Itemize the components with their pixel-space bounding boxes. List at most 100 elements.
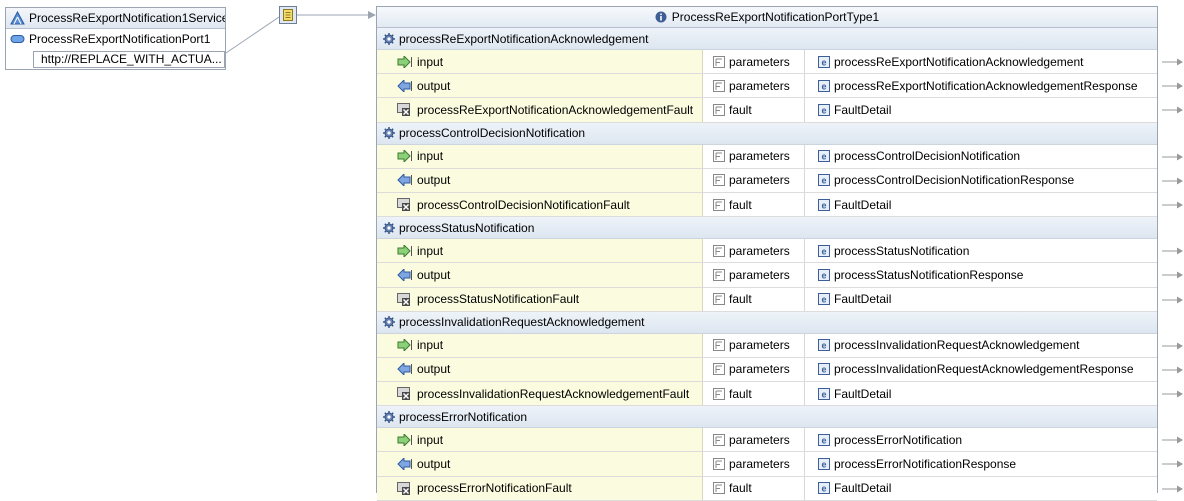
message-cell[interactable]: input (377, 333, 703, 357)
arrow-right-icon[interactable] (1162, 245, 1184, 257)
element-cell[interactable]: e processReExportNotificationAcknowledgem… (805, 74, 1157, 97)
message-cell[interactable]: processInvalidationRequestAcknowledgemen… (377, 382, 703, 406)
endpoint-address-field[interactable]: http://REPLACE_WITH_ACTUA... (33, 51, 225, 68)
element-cell[interactable]: e processErrorNotificationResponse (805, 452, 1157, 475)
operation-name: processInvalidationRequestAcknowledgemen… (399, 315, 645, 330)
element-cell[interactable]: e processErrorNotification (805, 428, 1157, 451)
message-row-fault[interactable]: processInvalidationRequestAcknowledgemen… (377, 382, 1183, 407)
message-row-output[interactable]: output parameters e processStatusNotificati… (377, 263, 1183, 288)
message-cell[interactable]: input (377, 50, 703, 74)
element-cell[interactable]: e FaultDetail (805, 288, 1157, 311)
element-cell[interactable]: e processStatusNotificationResponse (805, 263, 1157, 286)
arrow-right-icon[interactable] (1162, 104, 1184, 116)
part-cell[interactable]: parameters (703, 168, 805, 192)
arrow-right-icon[interactable] (1162, 80, 1184, 92)
arrow-right-icon[interactable] (1162, 364, 1184, 376)
port-type-table[interactable]: ProcessReExportNotificationPortType1 pro… (376, 6, 1183, 501)
message-cell[interactable]: output (377, 357, 703, 382)
part-cell[interactable]: fault (703, 98, 805, 122)
part-cell[interactable]: parameters (703, 452, 805, 476)
message-row-input[interactable]: input parameters e processErrorNotification (377, 428, 1183, 453)
operation-row[interactable]: processControlDecisionNotification (377, 122, 1157, 145)
element-name: processStatusNotificationResponse (834, 267, 1024, 282)
message-cell[interactable]: processErrorNotificationFault (377, 476, 703, 500)
operation-row[interactable]: processStatusNotification (377, 217, 1157, 240)
message-label: output (417, 78, 451, 93)
message-cell[interactable]: output (377, 74, 703, 98)
operation-row[interactable]: processErrorNotification (377, 406, 1157, 429)
service-port-row[interactable]: ProcessReExportNotificationPort1 (6, 29, 225, 49)
message-row-fault[interactable]: processReExportNotificationAcknowledgeme… (377, 98, 1183, 123)
element-cell[interactable]: e processInvalidationRequestAcknowledgeme… (805, 334, 1157, 357)
operation-row[interactable]: processInvalidationRequestAcknowledgemen… (377, 311, 1157, 334)
element-cell[interactable]: e processControlDecisionNotification (805, 145, 1157, 168)
arrow-right-icon[interactable] (1162, 269, 1184, 281)
part-name: parameters (729, 267, 790, 282)
message-cell[interactable]: processStatusNotificationFault (377, 287, 703, 311)
message-cell[interactable]: processReExportNotificationAcknowledgeme… (377, 98, 703, 122)
output-arrow-icon (397, 363, 412, 376)
message-cell[interactable]: input (377, 428, 703, 452)
element-name: processInvalidationRequestAcknowledgemen… (834, 338, 1080, 353)
part-icon (713, 458, 725, 471)
element-cell[interactable]: e FaultDetail (805, 98, 1157, 121)
message-cell[interactable]: processControlDecisionNotificationFault (377, 192, 703, 217)
arrow-right-icon[interactable] (1162, 434, 1184, 446)
message-row-output[interactable]: output parameters e processReExportNotifica… (377, 74, 1183, 99)
element-cell[interactable]: e processReExportNotificationAcknowledgem… (805, 50, 1157, 73)
port-type-header[interactable]: ProcessReExportNotificationPortType1 (377, 7, 1157, 28)
part-cell[interactable]: fault (703, 192, 805, 217)
arrow-right-icon[interactable] (1162, 294, 1184, 306)
message-row-output[interactable]: output parameters e processControlDecisionN… (377, 168, 1183, 193)
service-title-row[interactable]: ProcessReExportNotification1Service (6, 8, 225, 29)
message-cell[interactable]: output (377, 263, 703, 287)
element-cell[interactable]: e FaultDetail (805, 382, 1157, 405)
part-cell[interactable]: parameters (703, 239, 805, 263)
message-row-input[interactable]: input parameters e processStatusNotificatio… (377, 239, 1183, 264)
part-cell[interactable]: parameters (703, 50, 805, 74)
arrow-right-icon[interactable] (1162, 340, 1184, 352)
part-cell[interactable]: fault (703, 287, 805, 311)
message-row-output[interactable]: output parameters e processErrorNotificatio… (377, 452, 1183, 477)
message-row-input[interactable]: input parameters e processInvalidationReque… (377, 333, 1183, 358)
binding-icon[interactable] (279, 6, 297, 24)
element-cell[interactable]: e FaultDetail (805, 193, 1157, 216)
element-e-icon: e (818, 458, 830, 471)
part-cell[interactable]: fault (703, 382, 805, 406)
message-cell[interactable]: input (377, 239, 703, 263)
arrow-right-icon[interactable] (1162, 388, 1184, 400)
part-cell[interactable]: parameters (703, 74, 805, 98)
element-name: processInvalidationRequestAcknowledgemen… (834, 362, 1134, 377)
element-name: processControlDecisionNotificationRespon… (834, 173, 1075, 188)
element-cell[interactable]: e processInvalidationRequestAcknowledgeme… (805, 358, 1157, 381)
part-cell[interactable]: parameters (703, 357, 805, 382)
part-cell[interactable]: parameters (703, 144, 805, 168)
part-name: fault (729, 386, 752, 401)
arrow-right-icon[interactable] (1162, 151, 1184, 163)
svg-text:e: e (821, 81, 826, 91)
element-cell[interactable]: e FaultDetail (805, 477, 1157, 500)
part-cell[interactable]: parameters (703, 428, 805, 452)
message-row-fault[interactable]: processControlDecisionNotificationFault f… (377, 192, 1183, 218)
element-cell[interactable]: e processControlDecisionNotificationRespo… (805, 169, 1157, 192)
message-row-fault[interactable]: processStatusNotificationFault fault e Faul… (377, 287, 1183, 312)
message-row-input[interactable]: input parameters e processControlDecisionNo… (377, 144, 1183, 169)
arrow-right-icon[interactable] (1162, 175, 1184, 187)
message-label: processStatusNotificationFault (417, 292, 580, 307)
message-row-fault[interactable]: processErrorNotificationFault fault e Fault… (377, 476, 1183, 501)
part-cell[interactable]: fault (703, 476, 805, 500)
part-cell[interactable]: parameters (703, 263, 805, 287)
message-label: output (417, 267, 451, 282)
message-cell[interactable]: output (377, 168, 703, 192)
message-cell[interactable]: input (377, 144, 703, 168)
arrow-right-icon[interactable] (1162, 458, 1184, 470)
operation-row[interactable]: processReExportNotificationAcknowledgeme… (377, 28, 1157, 50)
part-cell[interactable]: parameters (703, 333, 805, 357)
message-row-output[interactable]: output parameters e processInvalidationRequ… (377, 357, 1183, 383)
element-cell[interactable]: e processStatusNotification (805, 239, 1157, 262)
message-cell[interactable]: output (377, 452, 703, 476)
message-row-input[interactable]: input parameters e processReExportNotificat… (377, 50, 1183, 75)
arrow-right-icon[interactable] (1162, 199, 1184, 211)
service-box[interactable]: ProcessReExportNotification1Service Proc… (5, 7, 226, 70)
arrow-right-icon[interactable] (1162, 56, 1184, 68)
